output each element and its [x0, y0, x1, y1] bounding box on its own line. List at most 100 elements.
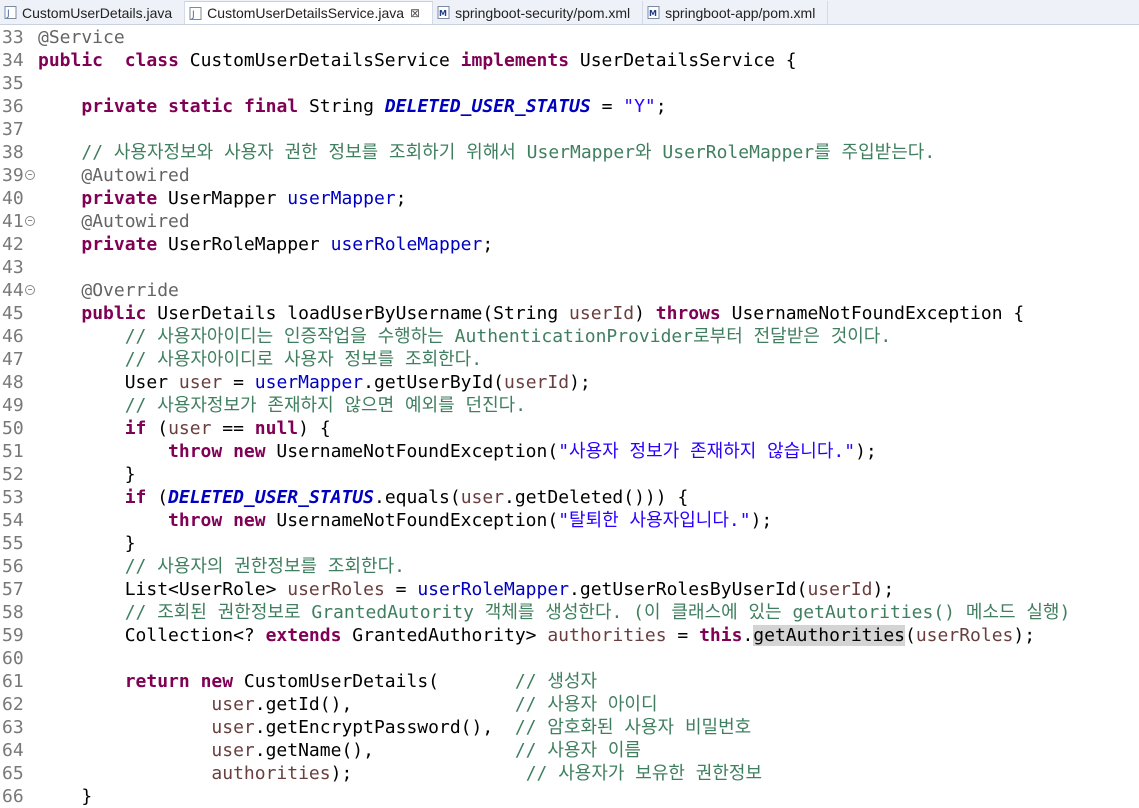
- code-line[interactable]: 36 private static final String DELETED_U…: [0, 95, 1139, 118]
- code-token: UserRoleMapper: [157, 234, 331, 255]
- code-text: Collection<? extends GrantedAuthority> a…: [38, 624, 1139, 647]
- code-line[interactable]: 57 List<UserRole> userRoles = userRoleMa…: [0, 578, 1139, 601]
- code-line[interactable]: 42 private UserRoleMapper userRoleMapper…: [0, 233, 1139, 256]
- fold-toggle-icon[interactable]: −: [25, 285, 35, 295]
- tab-springboot-app-pom[interactable]: M springboot-app/pom.xml: [643, 1, 829, 24]
- code-line[interactable]: 61 return new CustomUserDetails( // 생성자: [0, 670, 1139, 693]
- fold-toggle-icon[interactable]: −: [25, 216, 35, 226]
- code-editor[interactable]: 33 @Service 34 public class CustomUserDetai…: [0, 25, 1139, 808]
- code-keyword: final: [243, 96, 299, 117]
- code-line[interactable]: 63 user.getEncryptPassword(), // 암호화된 사용…: [0, 716, 1139, 739]
- editor-tab-bar: J CustomUserDetails.java J CustomUserDet…: [0, 0, 1139, 25]
- code-text: private UserRoleMapper userRoleMapper;: [38, 233, 1139, 256]
- code-token: authorities: [547, 625, 667, 646]
- line-number-text: 62: [2, 694, 24, 715]
- line-number-text: 48: [2, 372, 24, 393]
- code-line[interactable]: 37: [0, 118, 1139, 141]
- tab-custom-user-details[interactable]: J CustomUserDetails.java: [0, 1, 186, 24]
- fold-toggle-icon[interactable]: −: [25, 170, 35, 180]
- code-line[interactable]: 55 }: [0, 532, 1139, 555]
- code-token: =: [222, 372, 255, 393]
- code-keyword: throws: [655, 303, 721, 324]
- code-line[interactable]: 62 user.getId(), // 사용자 아이디: [0, 693, 1139, 716]
- code-line[interactable]: 66 }: [0, 785, 1139, 808]
- close-icon[interactable]: ⊠: [410, 6, 420, 20]
- code-token: user: [178, 372, 223, 393]
- code-line[interactable]: 51 throw new UsernameNotFoundException("…: [0, 440, 1139, 463]
- line-number: 37: [0, 118, 38, 141]
- svg-text:J: J: [191, 10, 195, 20]
- code-token: userId: [807, 579, 873, 600]
- code-line[interactable]: 50 if (user == null) {: [0, 417, 1139, 440]
- code-line[interactable]: 39− @Autowired: [0, 164, 1139, 187]
- code-comment: // 조회된 권한정보로 GrantedAutority 객체를 생성한다. (…: [124, 602, 1071, 623]
- code-token: userRoles: [915, 625, 1014, 646]
- code-line[interactable]: 40 private UserMapper userMapper;: [0, 187, 1139, 210]
- code-line[interactable]: 58 // 조회된 권한정보로 GrantedAutority 객체를 생성한다…: [0, 601, 1139, 624]
- code-line[interactable]: 45 public UserDetails loadUserByUsername…: [0, 302, 1139, 325]
- line-number-text: 49: [2, 395, 24, 416]
- line-number-text: 55: [2, 533, 24, 554]
- code-token: .equals(: [373, 487, 461, 508]
- code-line[interactable]: 54 throw new UsernameNotFoundException("…: [0, 509, 1139, 532]
- line-number-text: 34: [2, 50, 24, 71]
- line-number: 45: [0, 302, 38, 325]
- code-line[interactable]: 49 // 사용자정보가 존재하지 않으면 예외를 던진다.: [0, 394, 1139, 417]
- code-line[interactable]: 59 Collection<? extends GrantedAuthority…: [0, 624, 1139, 647]
- code-line[interactable]: 56 // 사용자의 권한정보를 조회한다.: [0, 555, 1139, 578]
- tab-custom-user-details-service[interactable]: J CustomUserDetailsService.java ⊠: [185, 1, 434, 24]
- code-comment: // 사용자아이디로 사용자 정보를 조회한다.: [124, 349, 483, 370]
- tab-springboot-security-pom[interactable]: M springboot-security/pom.xml: [433, 1, 644, 24]
- code-line[interactable]: 43: [0, 256, 1139, 279]
- code-line[interactable]: 60: [0, 647, 1139, 670]
- line-number-text: 36: [2, 96, 24, 117]
- code-line[interactable]: 35: [0, 72, 1139, 95]
- code-text: throw new UsernameNotFoundException("사용자…: [38, 440, 1139, 463]
- code-token: User: [38, 372, 179, 393]
- code-keyword: throw: [168, 441, 223, 462]
- code-line[interactable]: 41− @Autowired: [0, 210, 1139, 233]
- code-line[interactable]: 52 }: [0, 463, 1139, 486]
- line-number: 66: [0, 785, 38, 808]
- code-line[interactable]: 47 // 사용자아이디로 사용자 정보를 조회한다.: [0, 348, 1139, 371]
- line-number-text: 66: [2, 786, 24, 807]
- line-number: 49: [0, 394, 38, 417]
- code-token: userMapper: [254, 372, 364, 393]
- line-number: 42: [0, 233, 38, 256]
- java-file-icon: J: [189, 6, 202, 20]
- line-number-text: 33: [2, 27, 24, 48]
- code-token: .getEncryptPassword(),: [254, 717, 515, 738]
- code-token: (: [905, 625, 916, 646]
- line-number-text: 40: [2, 188, 24, 209]
- code-token: .: [742, 625, 754, 646]
- line-number: 43: [0, 256, 38, 279]
- code-line[interactable]: 65 authorities); // 사용자가 보유한 권한정보: [0, 762, 1139, 785]
- code-token: user: [211, 694, 255, 715]
- code-keyword: return: [124, 671, 190, 692]
- code-token: user: [211, 740, 255, 761]
- code-token: .getUserById(: [363, 372, 505, 393]
- code-line[interactable]: 64 user.getName(), // 사용자 이름: [0, 739, 1139, 762]
- code-line[interactable]: 34 public class CustomUserDetailsService …: [0, 49, 1139, 72]
- code-line[interactable]: 46 // 사용자아이디는 인증작업을 수행하는 AuthenticationP…: [0, 325, 1139, 348]
- code-line[interactable]: 44− @Override: [0, 279, 1139, 302]
- line-number-text: 57: [2, 579, 24, 600]
- line-number: 33: [0, 26, 38, 49]
- code-line[interactable]: 53 if (DELETED_USER_STATUS.equals(user.g…: [0, 486, 1139, 509]
- code-text: }: [38, 532, 1139, 555]
- code-token: UsernameNotFoundException {: [720, 303, 1025, 324]
- line-number-text: 41: [2, 211, 24, 232]
- code-keyword: new: [200, 671, 234, 692]
- code-line[interactable]: 48 User user = userMapper.getUserById(us…: [0, 371, 1139, 394]
- code-line[interactable]: 33 @Service: [0, 26, 1139, 49]
- code-line[interactable]: 38 // 사용자정보와 사용자 권한 정보를 조회하기 위해서 UserMap…: [0, 141, 1139, 164]
- line-number: 47: [0, 348, 38, 371]
- java-file-icon: J: [4, 6, 17, 19]
- code-token: getAuthorities: [753, 625, 905, 646]
- line-number: 38: [0, 141, 38, 164]
